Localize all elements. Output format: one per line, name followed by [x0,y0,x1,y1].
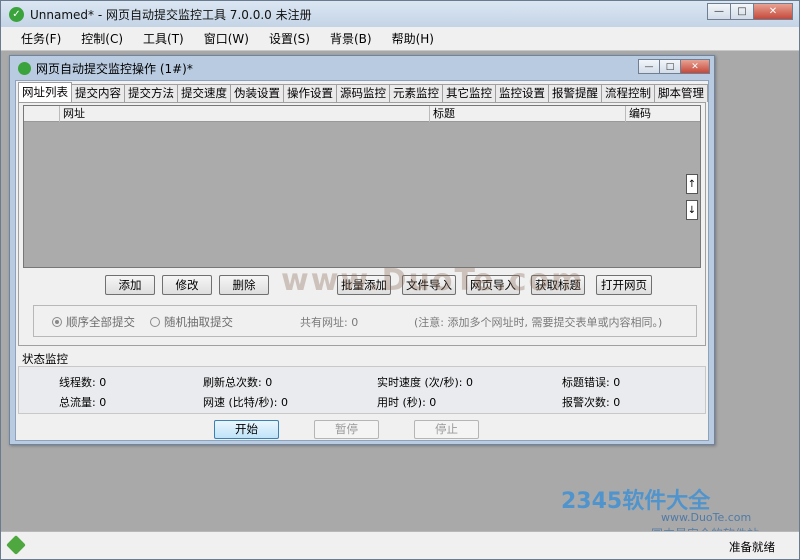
menu-background[interactable]: 背景(B) [320,28,382,50]
pause-button[interactable]: 暂停 [314,420,379,439]
column-header-title[interactable]: 标题 [430,106,626,122]
stat-threads: 线程数: 0 [59,376,107,389]
menu-settings[interactable]: 设置(S) [259,28,320,50]
fetch-title-button[interactable]: 获取标题 [531,275,585,295]
grid-row-selector-header [24,106,60,122]
child-close-button[interactable]: ✕ [680,59,710,74]
submit-options: 顺序全部提交 随机抽取提交 共有网址: 0 (注意: 添加多个网址时, 需要提交… [33,305,697,337]
child-window: 网页自动提交监控操作 (1#)* — □ ✕ 网址列表 提交内容 提交方法 提交… [9,55,715,445]
add-button[interactable]: 添加 [105,275,155,295]
url-list-panel: 网址 标题 编码 ↑ ↓ 添加 修改 删除 批量添加 文件导入 网页导入 获取标… [18,102,706,346]
url-grid[interactable]: 网址 标题 编码 ↑ ↓ [23,105,701,268]
mdi-client-area: 网页自动提交监控操作 (1#)* — □ ✕ 网址列表 提交内容 提交方法 提交… [1,51,799,541]
run-controls: 开始 暂停 停止 [16,417,708,441]
tab-element-monitor[interactable]: 元素监控 [389,84,443,102]
webpage-import-button[interactable]: 网页导入 [466,275,520,295]
url-action-buttons: 添加 修改 删除 批量添加 文件导入 网页导入 获取标题 打开网页 [19,275,707,297]
menu-tools[interactable]: 工具(T) [133,28,194,50]
column-header-encoding[interactable]: 编码 [626,106,700,122]
status-leaf-icon [6,535,26,555]
watermark-url: www.DuoTe.com [661,511,752,524]
open-webpage-button[interactable]: 打开网页 [596,275,652,295]
status-bar: 准备就绪 [1,531,799,559]
close-button[interactable]: ✕ [753,3,793,20]
grid-header: 网址 标题 编码 [24,106,700,122]
child-title-bar[interactable]: 网页自动提交监控操作 (1#)* — □ ✕ [10,56,714,80]
file-import-button[interactable]: 文件导入 [402,275,456,295]
radio-unselected-icon [150,317,160,327]
window-controls: — □ ✕ [707,3,793,20]
maximize-button[interactable]: □ [730,3,754,20]
menu-window[interactable]: 窗口(W) [194,28,259,50]
window-title: Unnamed* - 网页自动提交监控工具 7.0.0.0 未注册 [30,7,312,22]
tab-submit-content[interactable]: 提交内容 [71,84,125,102]
stat-realtime-speed: 实时速度 (次/秒): 0 [377,376,473,389]
delete-button[interactable]: 删除 [219,275,269,295]
tab-script-manager[interactable]: 脚本管理 [654,84,708,102]
tab-other-monitor[interactable]: 其它监控 [442,84,496,102]
menu-help[interactable]: 帮助(H) [382,28,444,50]
radio-selected-icon [52,317,62,327]
column-header-url[interactable]: 网址 [60,106,430,122]
stat-alarm-count: 报警次数: 0 [562,396,621,409]
child-app-icon [18,61,31,75]
child-body: 网址列表 提交内容 提交方法 提交速度 伪装设置 操作设置 源码监控 元素监控 … [15,80,709,441]
radio-sequential[interactable]: 顺序全部提交 [52,314,135,330]
tab-source-monitor[interactable]: 源码监控 [336,84,390,102]
menu-task[interactable]: 任务(F) [11,28,71,50]
stat-time-used: 用时 (秒): 0 [377,396,437,409]
child-minimize-button[interactable]: — [638,59,660,74]
title-bar: ✓ Unnamed* - 网页自动提交监控工具 7.0.0.0 未注册 — □ … [1,1,799,27]
tab-disguise-settings[interactable]: 伪装设置 [230,84,284,102]
child-maximize-button[interactable]: □ [659,59,681,74]
start-button[interactable]: 开始 [214,420,279,439]
stop-button[interactable]: 停止 [414,420,479,439]
tab-url-list[interactable]: 网址列表 [18,82,72,102]
tab-submit-speed[interactable]: 提交速度 [177,84,231,102]
tab-flow-control[interactable]: 流程控制 [601,84,655,102]
app-logo-icon: ✓ [9,6,24,22]
url-total-count: 共有网址: 0 [300,316,359,329]
watermark-brand: 2345软件大全 [561,489,711,514]
status-text: 准备就绪 [729,540,775,554]
move-up-icon[interactable]: ↑ [686,174,698,194]
stat-total-traffic: 总流量: 0 [59,396,107,409]
status-monitor-title: 状态监控 [22,352,68,366]
status-monitor-panel: 线程数: 0 刷新总次数: 0 实时速度 (次/秒): 0 标题错误: 0 总流… [18,366,706,414]
child-window-title: 网页自动提交监控操作 (1#)* [36,61,193,76]
tab-submit-method[interactable]: 提交方法 [124,84,178,102]
options-note: (注意: 添加多个网址时, 需要提交表单或内容相同。) [414,316,663,329]
batch-add-button[interactable]: 批量添加 [337,275,391,295]
radio-random-label: 随机抽取提交 [164,315,233,329]
tab-monitor-settings[interactable]: 监控设置 [495,84,549,102]
stat-title-errors: 标题错误: 0 [562,376,621,389]
stat-net-speed: 网速 (比特/秒): 0 [203,396,288,409]
tab-operation-settings[interactable]: 操作设置 [283,84,337,102]
tab-strip: 网址列表 提交内容 提交方法 提交速度 伪装设置 操作设置 源码监控 元素监控 … [18,82,708,102]
minimize-button[interactable]: — [707,3,731,20]
main-window: ✓ Unnamed* - 网页自动提交监控工具 7.0.0.0 未注册 — □ … [0,0,800,560]
stat-refresh-total: 刷新总次数: 0 [203,376,273,389]
radio-random[interactable]: 随机抽取提交 [150,314,233,330]
child-window-controls: — □ ✕ [638,59,710,74]
radio-sequential-label: 顺序全部提交 [66,315,135,329]
tab-alarm-reminder[interactable]: 报警提醒 [548,84,602,102]
menu-control[interactable]: 控制(C) [71,28,133,50]
menu-bar: 任务(F) 控制(C) 工具(T) 窗口(W) 设置(S) 背景(B) 帮助(H… [1,27,799,51]
edit-button[interactable]: 修改 [162,275,212,295]
move-down-icon[interactable]: ↓ [686,200,698,220]
